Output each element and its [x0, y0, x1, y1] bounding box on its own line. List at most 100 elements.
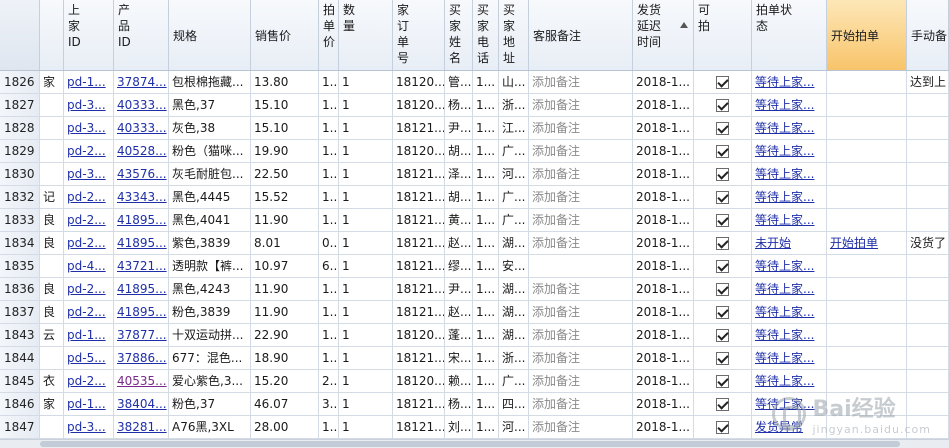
order-status-link[interactable]: 等待上家...	[755, 213, 814, 227]
column-header-c11[interactable]: 客服备注	[529, 0, 633, 70]
checkbox-icon[interactable]	[716, 421, 729, 434]
cell-c2[interactable]: 41895...	[114, 301, 169, 323]
table-row[interactable]: 1834良 pd-2... 41895... 紫色,3839 8.01 0... 1 1812…	[0, 232, 949, 255]
cell-c11[interactable]: 添加备注	[529, 347, 633, 369]
cell-c11[interactable]: 添加备注	[529, 301, 633, 323]
cell-c15[interactable]	[827, 416, 907, 438]
cell-c14[interactable]: 等待上家...	[752, 255, 827, 277]
table-row[interactable]: 1843云 pd-1... 37877... 十双运动拼... 22.90 1... 1 18…	[0, 324, 949, 347]
add-note-link[interactable]: 添加备注	[532, 144, 580, 158]
cell-c13[interactable]	[694, 140, 752, 162]
cell-c14[interactable]: 等待上家...	[752, 140, 827, 162]
table-row[interactable]: 1844 pd-5... 37886... 677：混色... 18.90 1... 1 18…	[0, 347, 949, 370]
cell-c14[interactable]: 未开始	[752, 232, 827, 254]
cell-c13[interactable]	[694, 71, 752, 93]
cell-c13[interactable]	[694, 117, 752, 139]
id-link[interactable]: 40333...	[117, 98, 167, 112]
add-note-link[interactable]: 添加备注	[532, 190, 580, 204]
cell-c11[interactable]: 添加备注	[529, 163, 633, 185]
cell-c2[interactable]: 40535...	[114, 370, 169, 392]
column-header-c4[interactable]: 销售价	[251, 0, 319, 70]
cell-c15[interactable]	[827, 324, 907, 346]
cell-c2[interactable]: 38281...	[114, 416, 169, 438]
cell-c2[interactable]: 41895...	[114, 232, 169, 254]
order-status-link[interactable]: 等待上家...	[755, 259, 814, 273]
cell-c14[interactable]: 发货异常	[752, 416, 827, 438]
column-header-c7[interactable]: 家 订 单 号	[393, 0, 445, 70]
id-link[interactable]: 41895...	[117, 213, 167, 227]
cell-c14[interactable]: 等待上家...	[752, 186, 827, 208]
add-note-link[interactable]: 添加备注	[532, 98, 580, 112]
column-header-c1[interactable]: 上 家 ID	[64, 0, 114, 70]
cell-c1[interactable]: pd-1...	[64, 324, 114, 346]
table-row[interactable]: 1826家 pd-1... 37874... 包根棉拖藏... 13.80 1... 1 18…	[0, 71, 949, 94]
order-status-link[interactable]: 等待上家...	[755, 351, 814, 365]
table-row[interactable]: 1830 pd-3... 43576... 灰毛耐脏包... 22.50 1... 1 181…	[0, 163, 949, 186]
cell-c2[interactable]: 40528...	[114, 140, 169, 162]
id-link[interactable]: pd-2...	[67, 236, 106, 250]
id-link[interactable]: pd-2...	[67, 282, 106, 296]
cell-c15[interactable]	[827, 117, 907, 139]
cell-c15[interactable]	[827, 370, 907, 392]
checkbox-icon[interactable]	[716, 329, 729, 342]
cell-c11[interactable]: 添加备注	[529, 278, 633, 300]
id-link[interactable]: 41895...	[117, 282, 167, 296]
checkbox-icon[interactable]	[716, 375, 729, 388]
cell-c1[interactable]: pd-1...	[64, 71, 114, 93]
cell-c14[interactable]: 等待上家...	[752, 71, 827, 93]
order-status-link[interactable]: 等待上家...	[755, 167, 814, 181]
column-header-c10[interactable]: 买 家 地 址	[499, 0, 529, 70]
table-row[interactable]: 1833良 pd-2... 41895... 黑色,4041 11.90 1... 1 181…	[0, 209, 949, 232]
cell-c11[interactable]: 添加备注	[529, 117, 633, 139]
cell-c15[interactable]	[827, 393, 907, 415]
column-header-c3[interactable]: 规格	[169, 0, 251, 70]
cell-c13[interactable]	[694, 370, 752, 392]
table-row[interactable]: 1846家 pd-1... 38404... 粉色,37 46.07 3... 1 18121…	[0, 393, 949, 416]
cell-row[interactable]: 1827	[0, 94, 40, 116]
cell-c2[interactable]: 41895...	[114, 209, 169, 231]
cell-c14[interactable]: 等待上家...	[752, 163, 827, 185]
cell-c11[interactable]: 添加备注	[529, 324, 633, 346]
cell-c13[interactable]	[694, 209, 752, 231]
id-link[interactable]: 38281...	[117, 420, 167, 434]
cell-c2[interactable]: 41895...	[114, 278, 169, 300]
cell-c11[interactable]: 添加备注	[529, 209, 633, 231]
cell-c1[interactable]: pd-1...	[64, 393, 114, 415]
id-link[interactable]: 37886...	[117, 351, 167, 365]
order-status-link[interactable]: 等待上家...	[755, 282, 814, 296]
id-link[interactable]: 38404...	[117, 397, 167, 411]
column-header-c12[interactable]: 发货 延迟 时间	[633, 0, 694, 70]
cell-c13[interactable]	[694, 186, 752, 208]
cell-c13[interactable]	[694, 416, 752, 438]
id-link[interactable]: 37877...	[117, 328, 167, 342]
cell-c2[interactable]: 40333...	[114, 117, 169, 139]
cell-row[interactable]: 1845	[0, 370, 40, 392]
order-status-link[interactable]: 等待上家...	[755, 98, 814, 112]
cell-c14[interactable]: 等待上家...	[752, 370, 827, 392]
order-status-link[interactable]: 等待上家...	[755, 328, 814, 342]
checkbox-icon[interactable]	[716, 352, 729, 365]
cell-c14[interactable]: 等待上家...	[752, 278, 827, 300]
checkbox-icon[interactable]	[716, 76, 729, 89]
cell-c13[interactable]	[694, 278, 752, 300]
cell-c1[interactable]: pd-2...	[64, 278, 114, 300]
id-link[interactable]: 43343...	[117, 190, 167, 204]
start-order-link[interactable]: 开始拍单	[830, 236, 878, 250]
id-link[interactable]: pd-2...	[67, 213, 106, 227]
add-note-link[interactable]: 添加备注	[532, 374, 580, 388]
id-link[interactable]: pd-2...	[67, 190, 106, 204]
id-link[interactable]: pd-3...	[67, 121, 106, 135]
column-header-c0[interactable]	[40, 0, 64, 70]
cell-row[interactable]: 1832	[0, 186, 40, 208]
cell-c1[interactable]: pd-5...	[64, 347, 114, 369]
column-header-c5[interactable]: 拍 单 价	[319, 0, 339, 70]
cell-c13[interactable]	[694, 255, 752, 277]
id-link[interactable]: 41895...	[117, 236, 167, 250]
cell-c15[interactable]	[827, 278, 907, 300]
table-row[interactable]: 1827 pd-3... 40333... 黑色,37 15.10 1... 1 18120.…	[0, 94, 949, 117]
add-note-link[interactable]: 添加备注	[532, 167, 580, 181]
cell-row[interactable]: 1826	[0, 71, 40, 93]
cell-c15[interactable]	[827, 163, 907, 185]
cell-c11[interactable]: 添加备注	[529, 370, 633, 392]
column-header-c15[interactable]: 开始拍单	[827, 0, 907, 70]
